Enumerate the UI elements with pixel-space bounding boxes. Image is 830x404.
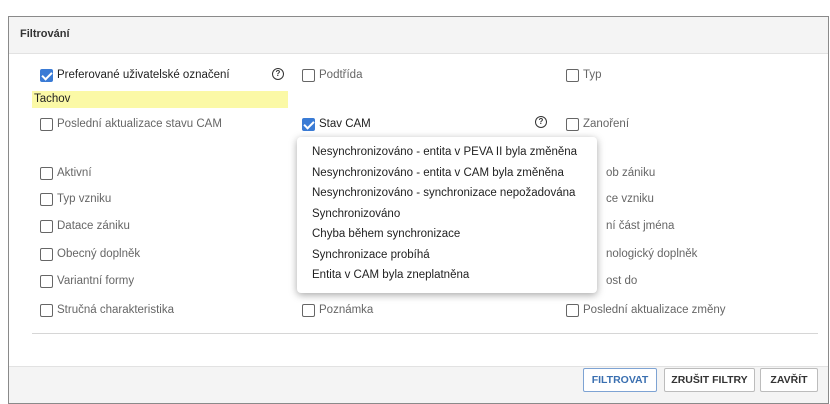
field-posledni-aktualizace-cam[interactable]: Poslední aktualizace stavu CAM <box>40 116 222 132</box>
field-posledni-aktualizace-zmeny[interactable]: Poslední aktualizace změny <box>566 302 726 318</box>
dropdown-option[interactable]: Synchronizace probíhá <box>297 245 597 266</box>
field-chronologicky-doplnek[interactable]: nologický doplněk <box>602 246 697 262</box>
checkbox-icon[interactable] <box>566 117 579 131</box>
field-label: Poznámka <box>319 304 374 316</box>
field-label: Aktivní <box>57 167 92 179</box>
field-label: nologický doplněk <box>606 248 698 260</box>
field-stav-cam[interactable]: Stav CAM <box>302 116 371 132</box>
dropdown-option[interactable]: Chyba během synchronizace <box>297 224 597 245</box>
field-label: Datace zániku <box>57 220 130 232</box>
field-label: Typ vzniku <box>57 193 112 205</box>
checkbox-checked-icon[interactable] <box>302 117 315 131</box>
field-typ[interactable]: Typ <box>566 67 602 83</box>
field-cast-jmena[interactable]: ní část jména <box>602 218 674 234</box>
checkbox-icon[interactable] <box>40 219 53 233</box>
field-variantni-formy[interactable]: Variantní formy <box>40 273 134 289</box>
help-icon[interactable]: ? <box>272 68 284 80</box>
clear-filters-button[interactable]: ZRUŠIT FILTRY <box>664 368 755 392</box>
dialog-title: Filtrování <box>20 28 70 40</box>
section-divider <box>32 333 818 334</box>
field-label: Stav CAM <box>319 118 371 130</box>
field-aktivni[interactable]: Aktivní <box>40 165 92 181</box>
field-label: ce vzniku <box>606 193 654 205</box>
dropdown-option[interactable]: Nesynchronizováno - synchronizace nepoža… <box>297 183 597 204</box>
field-zanoreni[interactable]: Zanoření <box>566 116 629 132</box>
preferovane-value-input[interactable]: Tachov <box>32 91 288 108</box>
field-datace-vzniku[interactable]: ce vzniku <box>602 191 654 207</box>
field-label: Podtřída <box>319 69 363 81</box>
filter-button[interactable]: FILTROVAT <box>583 368 657 392</box>
field-label: Zanoření <box>583 118 630 130</box>
checkbox-icon[interactable] <box>40 303 53 317</box>
field-podtrida[interactable]: Podtřída <box>302 67 362 83</box>
stav-cam-dropdown: Nesynchronizováno - entita v PEVA II byl… <box>297 137 597 293</box>
dropdown-option[interactable]: Nesynchronizováno - entita v CAM byla zm… <box>297 163 597 184</box>
field-label: Poslední aktualizace změny <box>583 304 726 316</box>
field-label: ní část jména <box>606 220 675 232</box>
field-label: ost do <box>606 275 638 287</box>
field-obecny-doplnek[interactable]: Obecný doplněk <box>40 246 140 262</box>
checkbox-icon[interactable] <box>566 303 579 317</box>
field-preferovane[interactable]: Preferované uživatelské označení <box>40 67 230 83</box>
field-label: Typ <box>583 69 602 81</box>
checkbox-icon[interactable] <box>40 166 53 180</box>
checkbox-icon[interactable] <box>40 192 53 206</box>
field-label: Preferované uživatelské označení <box>57 69 230 81</box>
field-poznamka[interactable]: Poznámka <box>302 302 373 318</box>
checkbox-icon[interactable] <box>566 68 579 82</box>
dialog-header: Filtrování <box>9 17 828 54</box>
field-label: Stručná charakteristika <box>57 304 174 316</box>
dropdown-option[interactable]: Nesynchronizováno - entita v PEVA II byl… <box>297 142 597 163</box>
checkbox-icon[interactable] <box>40 117 53 131</box>
dropdown-option[interactable]: Entita v CAM byla zneplatněna <box>297 265 597 286</box>
field-label: ob zániku <box>606 167 656 179</box>
field-datace-zaniku[interactable]: Datace zániku <box>40 218 130 234</box>
help-icon[interactable]: ? <box>535 116 547 128</box>
field-label: Poslední aktualizace stavu CAM <box>57 118 222 130</box>
field-label: Obecný doplněk <box>57 248 141 260</box>
dropdown-option[interactable]: Synchronizováno <box>297 204 597 225</box>
checkbox-icon[interactable] <box>302 68 315 82</box>
close-button[interactable]: ZAVŘÍT <box>760 368 818 392</box>
checkbox-checked-icon[interactable] <box>40 68 53 82</box>
checkbox-icon[interactable] <box>40 247 53 261</box>
field-typ-vzniku[interactable]: Typ vzniku <box>40 191 111 207</box>
field-label: Variantní formy <box>57 275 135 287</box>
field-strucna-charakteristika[interactable]: Stručná charakteristika <box>40 302 174 318</box>
field-platnost-do[interactable]: ost do <box>602 273 637 289</box>
checkbox-icon[interactable] <box>40 274 53 288</box>
checkbox-icon[interactable] <box>302 303 315 317</box>
field-zpusob-zaniku[interactable]: ob zániku <box>602 165 655 181</box>
